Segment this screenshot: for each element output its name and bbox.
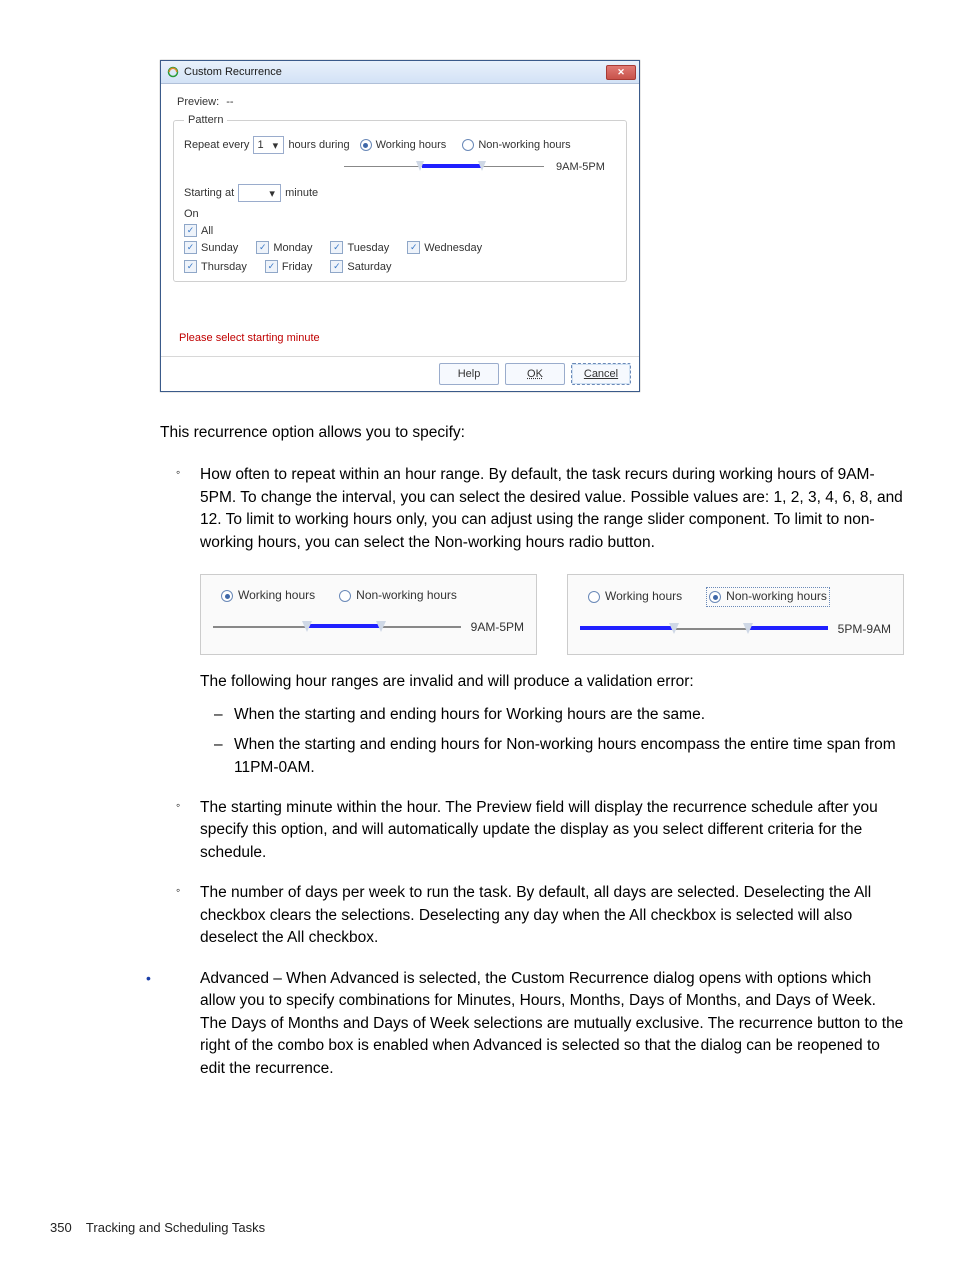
range-label: 5PM-9AM bbox=[838, 621, 891, 638]
nonworking-hours-example: Working hours Non-working hours bbox=[567, 574, 904, 655]
slider-range-label: 9AM-5PM bbox=[556, 161, 605, 173]
radio-selected-icon bbox=[709, 591, 721, 603]
on-label: On bbox=[184, 208, 616, 220]
radio-working-hours[interactable]: Working hours bbox=[588, 588, 682, 605]
footer-section: Tracking and Scheduling Tasks bbox=[86, 1220, 265, 1235]
radio-working-hours[interactable]: Working hours bbox=[221, 587, 315, 604]
bullet-advanced: Advanced – When Advanced is selected, th… bbox=[130, 968, 904, 1080]
titlebar: Custom Recurrence ✕ bbox=[161, 61, 639, 84]
pattern-group: Pattern Repeat every 1 ▾ hours during Wo… bbox=[173, 114, 627, 282]
radio-unselected-icon bbox=[462, 139, 474, 151]
radio-unselected-icon bbox=[588, 591, 600, 603]
invalid-case-1: When the starting and ending hours for W… bbox=[200, 704, 904, 726]
check-icon: ✓ bbox=[330, 260, 343, 273]
check-icon: ✓ bbox=[184, 260, 197, 273]
chevron-down-icon: ▾ bbox=[267, 187, 277, 199]
starting-minute-post: minute bbox=[285, 187, 318, 199]
checkbox-all[interactable]: ✓ All bbox=[184, 224, 213, 237]
checkbox-friday[interactable]: ✓Friday bbox=[265, 260, 313, 273]
radio-nonworking-hours[interactable]: Non-working hours bbox=[706, 587, 830, 606]
preview-label: Preview: bbox=[177, 96, 219, 108]
bullet-repeat-range: How often to repeat within an hour range… bbox=[160, 464, 904, 779]
radio-working-hours[interactable]: Working hours bbox=[360, 139, 447, 151]
checkbox-wednesday[interactable]: ✓Wednesday bbox=[407, 241, 482, 254]
checkbox-tuesday[interactable]: ✓Tuesday bbox=[330, 241, 389, 254]
check-icon: ✓ bbox=[330, 241, 343, 254]
range-label: 9AM-5PM bbox=[471, 619, 524, 636]
radio-selected-icon bbox=[221, 590, 233, 602]
hour-range-slider[interactable] bbox=[213, 620, 461, 634]
radio-nonworking-hours[interactable]: Non-working hours bbox=[339, 587, 457, 604]
check-icon: ✓ bbox=[265, 260, 278, 273]
app-icon bbox=[167, 66, 179, 78]
ok-button[interactable]: OK bbox=[505, 363, 565, 385]
radio-unselected-icon bbox=[339, 590, 351, 602]
starting-at-label: Starting at bbox=[184, 187, 234, 199]
page-footer: 350 Tracking and Scheduling Tasks bbox=[50, 1220, 904, 1235]
preview-value: -- bbox=[226, 96, 233, 108]
invalid-intro: The following hour ranges are invalid an… bbox=[200, 671, 904, 693]
starting-minute-select[interactable]: ▾ bbox=[238, 184, 281, 202]
working-hours-example: Working hours Non-working hours 9AM-5PM bbox=[200, 574, 537, 655]
hour-range-slider[interactable] bbox=[580, 622, 828, 636]
checkbox-monday[interactable]: ✓Monday bbox=[256, 241, 312, 254]
custom-recurrence-dialog: Custom Recurrence ✕ Preview: -- Pattern … bbox=[160, 60, 640, 392]
radio-nonworking-hours[interactable]: Non-working hours bbox=[462, 139, 570, 151]
dialog-title: Custom Recurrence bbox=[184, 66, 282, 78]
repeat-label-post: hours during bbox=[288, 139, 349, 151]
repeat-interval-select[interactable]: 1 ▾ bbox=[253, 136, 284, 154]
bullet-days-per-week: The number of days per week to run the t… bbox=[160, 882, 904, 949]
repeat-label-pre: Repeat every bbox=[184, 139, 249, 151]
intro-paragraph: This recurrence option allows you to spe… bbox=[160, 422, 900, 444]
repeat-interval-value: 1 bbox=[257, 139, 267, 151]
check-icon: ✓ bbox=[184, 224, 197, 237]
checkbox-sunday[interactable]: ✓Sunday bbox=[184, 241, 238, 254]
check-icon: ✓ bbox=[184, 241, 197, 254]
pattern-legend: Pattern bbox=[184, 114, 227, 126]
check-icon: ✓ bbox=[407, 241, 420, 254]
bullet-starting-minute: The starting minute within the hour. The… bbox=[160, 797, 904, 864]
help-button[interactable]: Help bbox=[439, 363, 499, 385]
invalid-case-2: When the starting and ending hours for N… bbox=[200, 734, 904, 779]
validation-error: Please select starting minute bbox=[179, 332, 627, 344]
close-icon: ✕ bbox=[617, 67, 625, 78]
close-button[interactable]: ✕ bbox=[606, 65, 636, 80]
check-icon: ✓ bbox=[256, 241, 269, 254]
page-number: 350 bbox=[50, 1220, 72, 1235]
checkbox-thursday[interactable]: ✓Thursday bbox=[184, 260, 247, 273]
cancel-button[interactable]: Cancel bbox=[571, 363, 631, 385]
radio-selected-icon bbox=[360, 139, 372, 151]
chevron-down-icon: ▾ bbox=[270, 139, 280, 151]
checkbox-saturday[interactable]: ✓Saturday bbox=[330, 260, 391, 273]
hour-range-slider[interactable] bbox=[344, 160, 544, 174]
